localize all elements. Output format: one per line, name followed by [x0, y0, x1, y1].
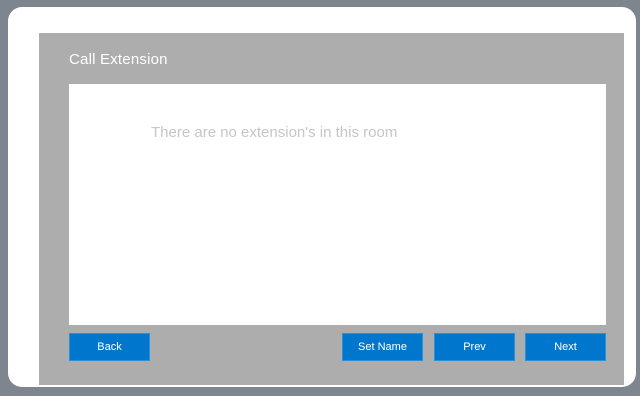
prev-button[interactable]: Prev [434, 333, 515, 361]
set-name-button[interactable]: Set Name [342, 333, 423, 361]
window-frame: Call Extension There are no extension's … [8, 7, 636, 387]
back-button[interactable]: Back [69, 333, 150, 361]
empty-list-message: There are no extension's in this room [151, 124, 398, 141]
call-extension-panel: Call Extension There are no extension's … [39, 33, 624, 385]
extension-list-area: There are no extension's in this room [69, 84, 606, 325]
panel-title: Call Extension [69, 51, 168, 68]
next-button[interactable]: Next [525, 333, 606, 361]
